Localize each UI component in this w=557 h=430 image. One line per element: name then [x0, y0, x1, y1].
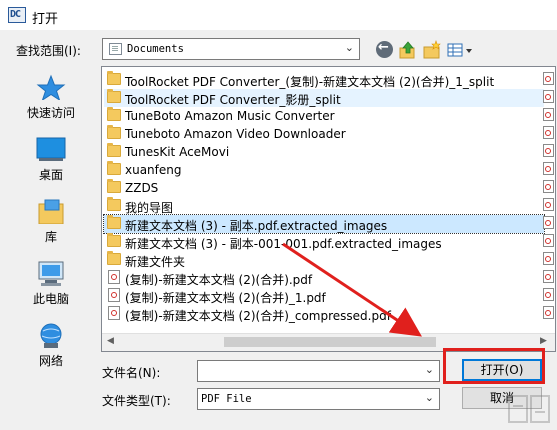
- annotation-arrow: [282, 242, 422, 337]
- watermark-logo: [508, 395, 550, 423]
